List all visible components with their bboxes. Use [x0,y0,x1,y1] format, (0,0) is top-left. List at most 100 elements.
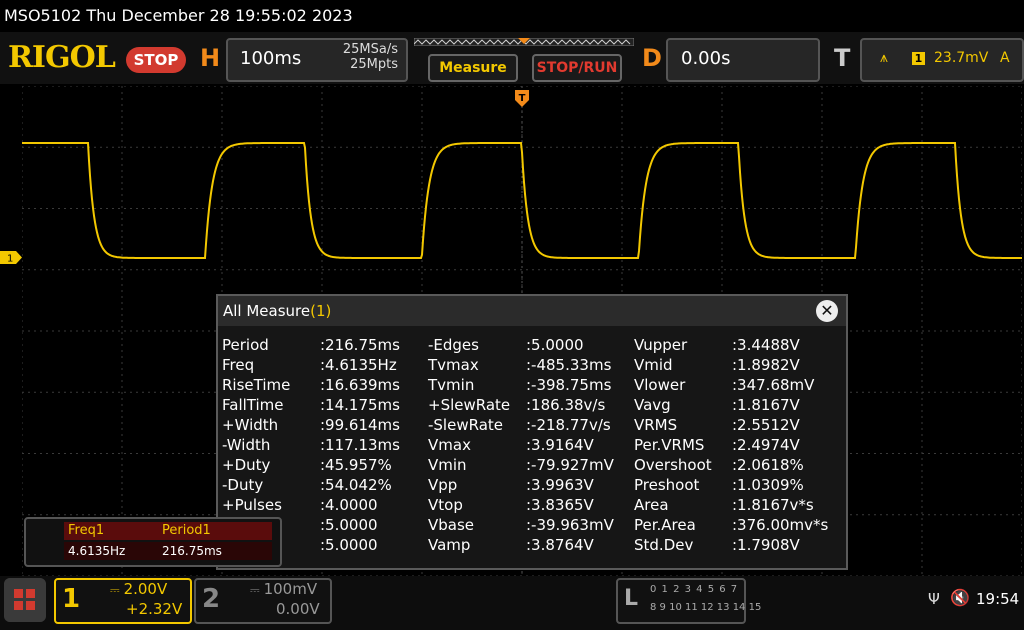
measure-title-channel: (1) [310,302,332,320]
measure-value: :1.0309% [732,476,804,494]
channel1-number: 1 [62,584,81,614]
measure-value: :1.8167v*s [732,496,814,514]
trigger-source-badge: 1 [912,52,925,65]
channel1-scale-value: 2.00V [123,580,168,598]
close-icon[interactable]: ✕ [816,300,838,322]
measure-name: Vmax [428,436,471,454]
channel2-number: 2 [202,584,221,614]
measure-value: :117.13ms [320,436,400,454]
measure-value: :99.614ms [320,416,400,434]
measure-name: -SlewRate [428,416,503,434]
dc-coupling-icon: ⎓ [250,583,260,597]
freq-label: Freq1 [64,522,160,540]
channel2-scale: ⎓ 100mV [250,580,317,598]
measure-value: :4.6135Hz [320,356,397,374]
measure-name: Vmid [634,356,673,374]
measure-name: +SlewRate [428,396,511,414]
measure-value: :3.8365V [526,496,594,514]
measure-name: Overshoot [634,456,712,474]
measure-name: Vpp [428,476,458,494]
measure-name: -Edges [428,336,479,354]
trigger-mode: A [1000,50,1010,66]
delay-letter: D [642,44,662,72]
speaker-muted-icon[interactable]: 🔇 [950,588,970,607]
measure-name: +Duty [222,456,271,474]
measure-value: :-218.77v/s [526,416,611,434]
rising-edge-icon: ⩚ [880,50,888,66]
measure-value: :2.4974V [732,436,800,454]
measure-value: :4.0000 [320,496,378,514]
channel1-scale: ⎓ 2.00V [110,580,167,598]
measure-value: :1.8982V [732,356,800,374]
measure-value: :3.9963V [526,476,594,494]
measure-name: Period [222,336,269,354]
quick-measure-box[interactable]: Freq1 Period1 4.6135Hz 216.75ms [24,517,282,567]
measure-value: :14.175ms [320,396,400,414]
measure-name: Freq [222,356,255,374]
rigol-logo: RIGOL [8,40,116,75]
measure-name: Vbase [428,516,475,534]
channel1-offset: +2.32V [126,600,183,618]
stop-run-button[interactable]: STOP/RUN [532,54,622,82]
measure-name: Vtop [428,496,463,514]
measure-panel-title: All Measure(1) [223,302,331,320]
trigger-letter: T [834,44,851,72]
period-label: Period1 [158,522,272,540]
measure-value: :-398.75ms [526,376,612,394]
measure-value: :2.0618% [732,456,804,474]
measure-name: VRMS [634,416,678,434]
measure-value: :5.0000 [320,536,378,554]
logic-letter: L [624,586,639,611]
measure-value: :-485.33ms [526,356,612,374]
measure-name: -Duty [222,476,264,494]
logic-channels-low: 0 1 2 3 4 5 6 7 [650,584,739,595]
measure-value: :1.7908V [732,536,800,554]
measure-name: Vlower [634,376,686,394]
horizontal-letter: H [200,44,221,72]
measure-title-text: All Measure [223,302,311,320]
measure-value: :-79.927mV [526,456,614,474]
measure-name: +Pulses [222,496,282,514]
measure-name: Std.Dev [634,536,694,554]
channel1-marker-label: 1 [7,254,13,265]
measure-value: :1.8167V [732,396,800,414]
delay-value: 0.00s [681,48,731,69]
freq-value: 4.6135Hz [64,542,160,560]
measure-value: :216.75ms [320,336,400,354]
memory-position-bar [414,38,634,46]
measure-name: +Width [222,416,279,434]
trigger-level: 23.7mV [934,50,989,66]
dc-coupling-icon: ⎓ [110,583,120,597]
measure-value: :45.957% [320,456,392,474]
channel1-offset-marker[interactable]: 1 [0,251,22,264]
measure-value: :347.68mV [732,376,815,394]
measure-value: :-39.963mV [526,516,614,534]
measure-value: :16.639ms [320,376,400,394]
measure-name: Preshoot [634,476,700,494]
measure-name: Vamp [428,536,471,554]
measure-name: -Width [222,436,271,454]
measure-value: :3.9164V [526,436,594,454]
measure-name: Vupper [634,336,688,354]
measure-button[interactable]: Measure [428,54,518,82]
measure-name: FallTime [222,396,284,414]
svg-text:T: T [519,93,526,104]
channel2-scale-value: 100mV [263,580,318,598]
measure-name: Per.Area [634,516,696,534]
measure-value: :2.5512V [732,416,800,434]
usb-icon[interactable]: Ψ [928,590,940,608]
measure-name: Per.VRMS [634,436,705,454]
measure-value: :376.00mv*s [732,516,829,534]
run-state-badge[interactable]: STOP [126,47,186,73]
measure-value: :5.0000 [526,336,584,354]
measure-name: Tvmax [428,356,479,374]
measure-value: :3.4488V [732,336,800,354]
all-measure-panel[interactable]: All Measure(1) ✕ Period :216.75ms Freq :4.6… [216,294,848,570]
measure-value: :3.8764V [526,536,594,554]
device-title: MSO5102 Thu December 28 19:55:02 2023 [4,6,353,25]
measure-name: RiseTime [222,376,291,394]
menu-icon[interactable] [4,578,46,622]
measure-name: Vmin [428,456,467,474]
measure-name: Area [634,496,669,514]
measure-value: :54.042% [320,476,392,494]
